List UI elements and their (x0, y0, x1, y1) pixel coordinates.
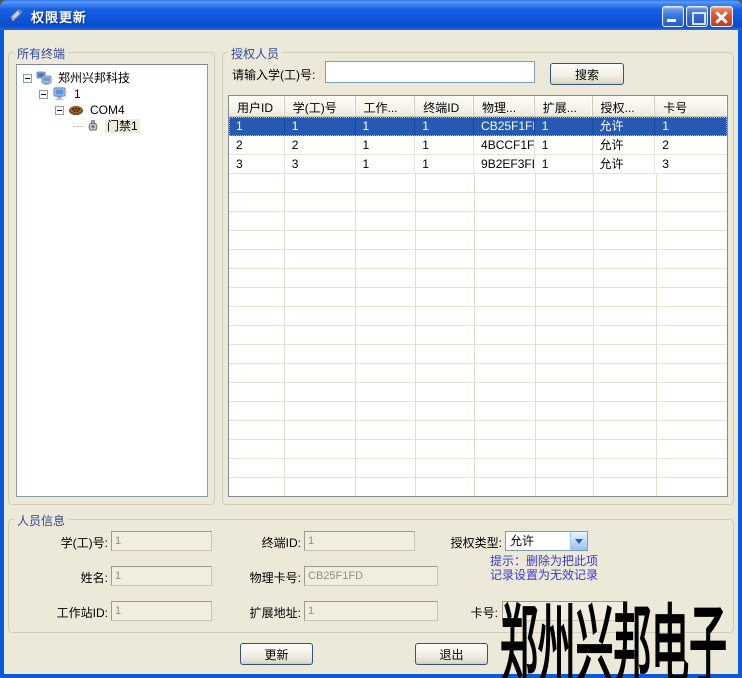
cell-ext: 1 (535, 117, 593, 136)
collapse-icon[interactable] (23, 74, 32, 83)
auth-type-dropdown[interactable]: 允许 (505, 531, 588, 551)
titlebar: 权限更新 (0, 0, 742, 30)
student-id-label: 学(工)号: (8, 534, 108, 551)
column-header-workstation[interactable]: 工作... (356, 96, 416, 116)
tree-item-door1[interactable]: 门禁1 (73, 118, 140, 134)
cell-auth: 允许 (593, 136, 656, 155)
authorized-group-title: 授权人员 (228, 45, 282, 62)
exit-button[interactable]: 退出 (415, 643, 488, 665)
cell-card-no: 3 (655, 155, 727, 174)
terminals-group-title: 所有终端 (14, 45, 68, 62)
cell-card-no: 2 (655, 136, 727, 155)
tree-item-label: 1 (72, 87, 83, 101)
ext-address-field (304, 601, 438, 621)
column-header-physical-card[interactable]: 物理... (474, 96, 535, 116)
table-row[interactable]: 1 1 1 1 CB25F1FD 1 允许 1 (229, 117, 727, 136)
cell-auth: 允许 (593, 155, 656, 174)
workstation-id-field (111, 601, 212, 621)
cell-physical-card: CB25F1FD (474, 117, 535, 136)
com-port-icon (68, 102, 84, 118)
physical-card-label: 物理卡号: (228, 569, 301, 586)
tree-item-label: COM4 (88, 103, 127, 117)
cell-physical-card: 9B2EF3FD (474, 155, 535, 174)
cell-student-id: 1 (285, 117, 356, 136)
person-group-title: 人员信息 (14, 512, 68, 529)
chevron-down-icon[interactable] (570, 532, 587, 550)
cell-student-id: 2 (285, 136, 356, 155)
column-header-terminal-id[interactable]: 终端ID (415, 96, 474, 116)
tree-item-controller[interactable]: 1 (39, 86, 83, 102)
column-header-user-id[interactable]: 用户ID (229, 96, 285, 116)
collapse-icon[interactable] (55, 106, 64, 115)
cell-physical-card: 4BCCF1FD (474, 136, 535, 155)
cell-workstation: 1 (356, 155, 416, 174)
cell-ext: 1 (535, 136, 593, 155)
cell-terminal-id: 1 (415, 136, 474, 155)
search-button[interactable]: 搜索 (550, 63, 624, 85)
ext-address-label: 扩展地址: (228, 604, 301, 621)
cell-terminal-id: 1 (415, 117, 474, 136)
terminal-tree: 郑州兴邦科技 1 COM4 (16, 64, 208, 497)
search-label: 请输入学(工)号: (232, 66, 315, 83)
cell-card-no: 1 (655, 117, 727, 136)
tree-item-label: 郑州兴邦科技 (56, 71, 132, 85)
auth-type-selected-value: 允许 (506, 532, 570, 550)
close-button[interactable] (710, 6, 733, 27)
tree-item-company[interactable]: 郑州兴邦科技 (23, 70, 132, 86)
cell-user-id: 2 (229, 136, 285, 155)
cell-student-id: 3 (285, 155, 356, 174)
cell-workstation: 1 (356, 136, 416, 155)
computer-icon (52, 86, 68, 102)
column-header-card-no[interactable]: 卡号 (655, 96, 727, 116)
window-title: 权限更新 (31, 7, 87, 26)
name-field (111, 566, 212, 586)
hint-line-1: 提示：删除为把此项 (490, 554, 598, 568)
physical-card-field (304, 566, 438, 586)
network-computer-icon (36, 70, 52, 86)
cell-ext: 1 (535, 155, 593, 174)
table-row[interactable]: 3 3 1 1 9B2EF3FD 1 允许 3 (229, 155, 727, 174)
cell-terminal-id: 1 (415, 155, 474, 174)
tree-item-label: 门禁1 (105, 119, 140, 133)
watermark-text: 郑州兴邦电子 (500, 575, 727, 678)
terminal-id-field (304, 531, 415, 551)
cell-user-id: 3 (229, 155, 285, 174)
minimize-button[interactable] (662, 6, 684, 27)
workstation-id-label: 工作站ID: (8, 604, 108, 621)
table-header-row: 用户ID 学(工)号 工作... 终端ID 物理... 扩展... 授权... … (229, 96, 727, 117)
search-input[interactable] (325, 61, 535, 83)
name-label: 姓名: (8, 569, 108, 586)
terminal-id-label: 终端ID: (240, 534, 301, 551)
tree-item-com4[interactable]: COM4 (55, 102, 127, 118)
column-header-auth[interactable]: 授权... (593, 96, 656, 116)
collapse-icon[interactable] (39, 90, 48, 99)
maximize-button[interactable] (686, 6, 708, 27)
cell-workstation: 1 (356, 117, 416, 136)
app-icon (9, 7, 25, 23)
column-header-ext[interactable]: 扩展... (535, 96, 593, 116)
card-no-label: 卡号: (438, 604, 498, 621)
tree-connector (73, 126, 83, 127)
door-reader-icon (85, 118, 101, 134)
cell-user-id: 1 (229, 117, 285, 136)
table-row[interactable]: 2 2 1 1 4BCCF1FD 1 允许 2 (229, 136, 727, 155)
cell-auth: 允许 (593, 117, 656, 136)
column-header-student-id[interactable]: 学(工)号 (285, 96, 356, 116)
auth-type-label: 授权类型: (428, 534, 502, 551)
empty-grid (229, 174, 727, 496)
authorized-table: 用户ID 学(工)号 工作... 终端ID 物理... 扩展... 授权... … (228, 95, 728, 497)
permission-update-window: 权限更新 所有终端 郑州兴邦科技 (0, 0, 742, 678)
update-button[interactable]: 更新 (240, 643, 313, 665)
student-id-field (111, 531, 212, 551)
